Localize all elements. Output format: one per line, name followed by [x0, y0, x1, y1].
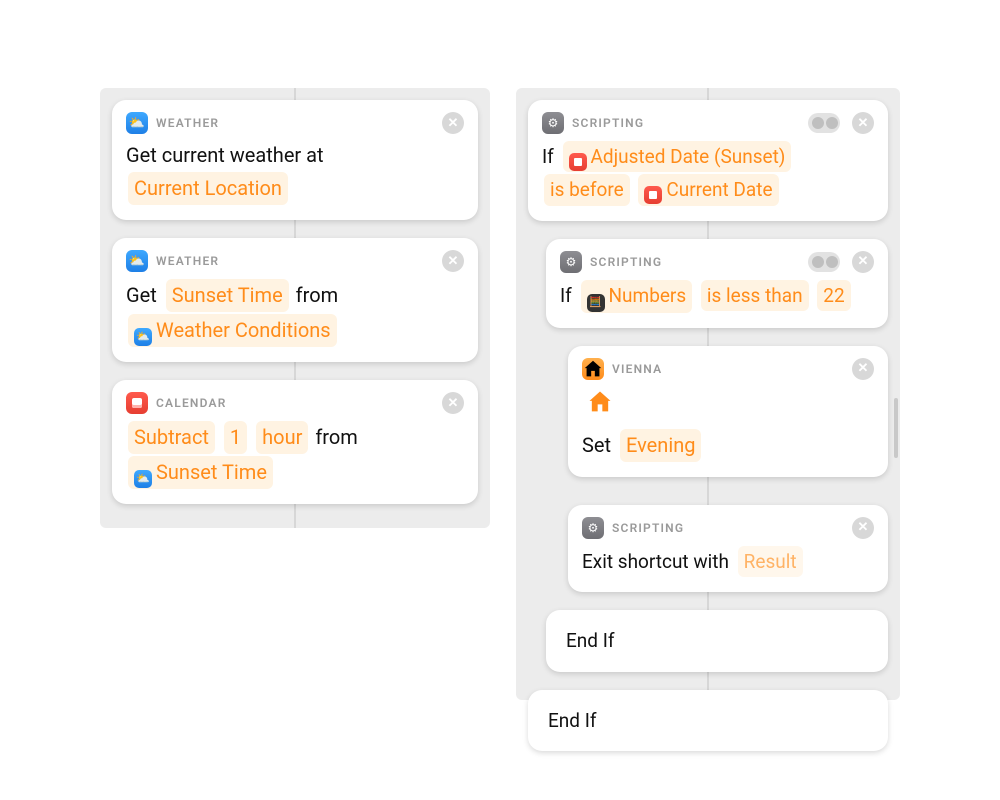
action-adjust-date[interactable]: CALENDAR Subtract 1 hour from Sunset Tim…	[112, 380, 478, 504]
scene-home-icon	[586, 388, 614, 416]
calendar-icon	[644, 186, 662, 204]
options-toggle[interactable]	[808, 113, 840, 133]
delete-action-button[interactable]	[852, 112, 874, 134]
options-toggle[interactable]	[808, 252, 840, 272]
operation-token[interactable]: Subtract	[128, 421, 215, 454]
action-text: Get	[126, 283, 157, 307]
action-app-label: VIENNA	[612, 362, 662, 376]
weather-icon	[134, 470, 152, 488]
end-if-label: End If	[546, 700, 870, 741]
action-app-label: SCRIPTING	[572, 116, 644, 130]
action-if-sunset[interactable]: SCRIPTING If Adjusted Date (Sunset) is b…	[528, 100, 888, 221]
action-set-scene[interactable]: VIENNA Set Evening	[568, 346, 888, 477]
action-app-label: WEATHER	[156, 254, 219, 268]
variable-token[interactable]: Numbers	[581, 280, 693, 313]
action-text: If	[542, 145, 554, 168]
action-get-sunset[interactable]: WEATHER Get Sunset Time from Weather Con…	[112, 238, 478, 362]
variable-token[interactable]: Adjusted Date (Sunset)	[563, 141, 792, 172]
action-exit-shortcut[interactable]: SCRIPTING Exit shortcut with Result	[568, 505, 888, 592]
action-text: Set	[582, 433, 611, 457]
variable-token[interactable]: Weather Conditions	[128, 314, 337, 347]
action-text: Get current weather at	[126, 143, 324, 167]
scripting-icon	[582, 517, 604, 539]
delete-action-button[interactable]	[442, 392, 464, 414]
action-app-label: CALENDAR	[156, 396, 227, 410]
amount-token[interactable]: 1	[224, 421, 247, 454]
action-text: from	[296, 283, 338, 307]
scripting-icon	[560, 251, 582, 273]
variable-token[interactable]: Sunset Time	[128, 456, 273, 489]
scripting-icon	[542, 112, 564, 134]
action-text: from	[315, 425, 357, 449]
calculator-icon	[587, 294, 605, 312]
end-if-outer[interactable]: End If	[528, 690, 888, 751]
action-text: If	[560, 284, 572, 307]
weather-icon	[126, 250, 148, 272]
end-if-label: End If	[564, 620, 870, 661]
location-token[interactable]: Current Location	[128, 172, 288, 205]
calendar-icon	[569, 153, 587, 171]
end-if-inner[interactable]: End If	[546, 610, 888, 671]
delete-action-button[interactable]	[852, 517, 874, 539]
action-if-numbers[interactable]: SCRIPTING If Numbers is less than 22	[546, 239, 888, 328]
condition-token[interactable]: is less than	[701, 280, 809, 311]
delete-action-button[interactable]	[852, 358, 874, 380]
action-get-weather[interactable]: WEATHER Get current weather at Current L…	[112, 100, 478, 220]
left-workflow-column: WEATHER Get current weather at Current L…	[100, 88, 490, 528]
result-token[interactable]: Result	[738, 546, 803, 577]
delete-action-button[interactable]	[442, 112, 464, 134]
weather-icon	[134, 328, 152, 346]
delete-action-button[interactable]	[442, 250, 464, 272]
value-token[interactable]: 22	[817, 280, 850, 311]
detail-token[interactable]: Sunset Time	[166, 279, 289, 312]
scrollbar[interactable]	[894, 398, 898, 458]
shortcuts-editor: WEATHER Get current weather at Current L…	[0, 0, 1000, 800]
condition-token[interactable]: is before	[544, 174, 630, 205]
action-app-label: SCRIPTING	[612, 521, 684, 535]
delete-action-button[interactable]	[852, 251, 874, 273]
unit-token[interactable]: hour	[256, 421, 308, 454]
variable-token[interactable]: Current Date	[638, 174, 778, 205]
action-app-label: WEATHER	[156, 116, 219, 130]
scene-token[interactable]: Evening	[620, 429, 701, 462]
action-text: Exit shortcut with	[582, 550, 729, 573]
home-icon	[582, 358, 604, 380]
weather-icon	[126, 112, 148, 134]
calendar-icon	[126, 392, 148, 414]
action-app-label: SCRIPTING	[590, 255, 662, 269]
right-workflow-column: SCRIPTING If Adjusted Date (Sunset) is b…	[516, 88, 900, 700]
